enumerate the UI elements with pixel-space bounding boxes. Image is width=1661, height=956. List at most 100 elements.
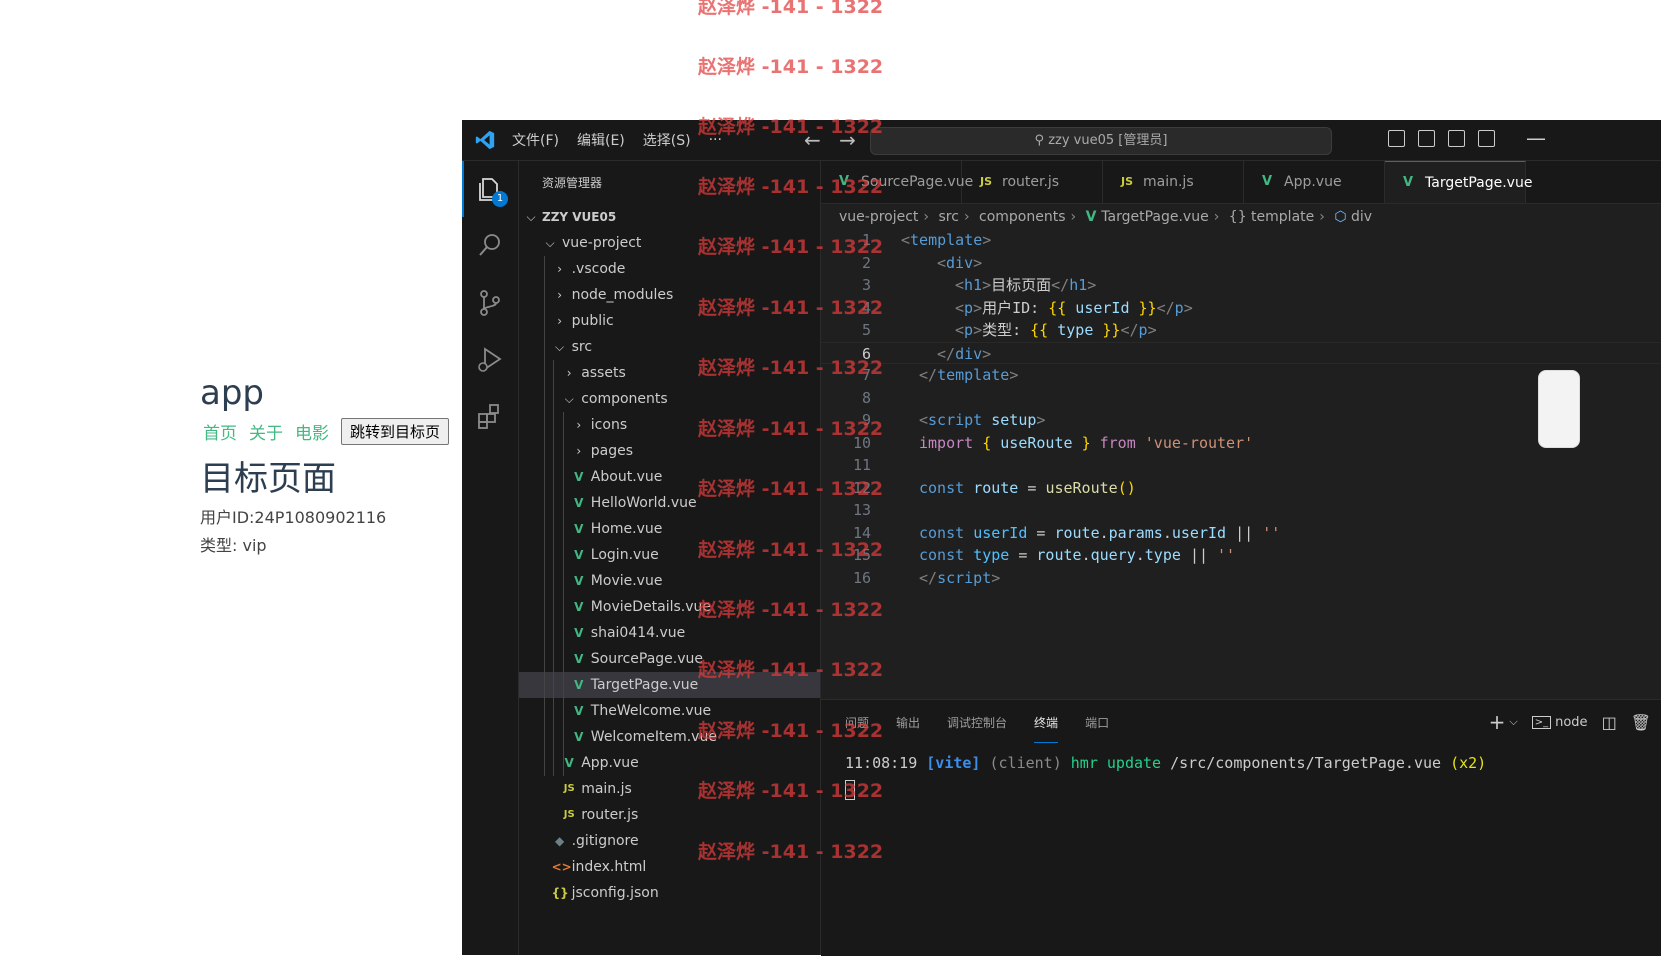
code-line: 7 </template> [821, 364, 1661, 387]
tree-item-label: Home.vue [590, 521, 663, 537]
chevron-right-icon: › [1319, 209, 1325, 225]
nav-link-home[interactable]: 首页 [203, 419, 237, 444]
panel-tab-debug-console[interactable]: 调试控制台 [947, 714, 1007, 731]
code-editor[interactable]: 1 <template> 2 <div> 3 <h1>目标页面</h1> 4 <p>用户… [821, 229, 1661, 589]
nav-link-movie[interactable]: 电影 [295, 419, 329, 444]
explorer-badge: 1 [492, 191, 508, 207]
minimize-button[interactable]: — [1526, 126, 1546, 150]
vue-file-icon: V [574, 470, 584, 484]
tree-item[interactable]: › pages [519, 438, 820, 464]
chevron-right-icon: › [557, 288, 562, 302]
terminal-time: 11:08:19 [845, 754, 918, 772]
chevron-right-icon: › [1213, 209, 1220, 225]
breadcrumb-item[interactable]: components [979, 209, 1066, 225]
app-title: app [200, 373, 264, 413]
code-line: 8 [821, 387, 1661, 410]
tab-label: main.js [1143, 174, 1194, 190]
app-nav: 首页 关于 电影 跳转到目标页 [200, 416, 460, 446]
editor-tabs: V SourcePage.vue JS router.js JS main.js VA… [821, 161, 1661, 204]
toggle-primary-sidebar-icon[interactable] [1388, 130, 1405, 147]
tab-main[interactable]: JS main.js [1103, 161, 1244, 203]
menu-file[interactable]: 文件(F) [512, 130, 559, 150]
menu-selection[interactable]: 选择(S) [643, 130, 691, 150]
split-terminal-icon[interactable]: ◫ [1602, 713, 1617, 732]
terminal-path: /src/components/TargetPage.vue [1170, 754, 1442, 772]
code-line: 11 [821, 454, 1661, 477]
panel-tab-output[interactable]: 输出 [896, 714, 920, 731]
vue-file-icon: V [574, 522, 584, 536]
tree-item[interactable]: JS router.js [519, 802, 820, 828]
trash-icon[interactable]: 🗑 [1631, 713, 1651, 732]
panel-tab-ports[interactable]: 端口 [1085, 714, 1109, 731]
line-number: 5 [861, 321, 871, 339]
tree-item-label: components [581, 391, 668, 407]
chevron-right-icon: › [566, 366, 572, 380]
vue-file-icon: V [574, 730, 584, 744]
html-file-icon: <> [551, 860, 572, 874]
run-debug-icon[interactable] [474, 343, 506, 375]
tree-item-label: TargetPage.vue [590, 677, 699, 693]
watermark-text: 赵泽烨 -141 - 1322 [698, 357, 884, 379]
breadcrumb-item[interactable]: div [1351, 209, 1372, 225]
tree-item[interactable]: V App.vue [519, 750, 820, 776]
tree-item[interactable]: Vshai0414.vue [519, 620, 820, 646]
breadcrumb: vue-project › src › components › V TargetPa… [839, 205, 1372, 229]
chevron-right-icon: › [557, 262, 562, 276]
watermark-text: 赵泽烨 -141 - 1322 [698, 539, 884, 561]
vue-file-icon: V [574, 496, 584, 510]
add-terminal-icon[interactable]: + [1489, 710, 1506, 734]
terminal-hmr: hmr update [1070, 754, 1162, 772]
vue-file-icon: V [1262, 174, 1273, 189]
command-center[interactable]: ⚲ zzy vue05 [管理员] [870, 127, 1332, 155]
watermark-text: 赵泽烨 -141 - 1322 [698, 599, 884, 621]
source-control-icon[interactable] [474, 287, 506, 319]
activity-bar: 1 [462, 161, 519, 955]
js-file-icon: JS [1121, 175, 1134, 188]
panel-tab-terminal[interactable]: 终端 [1034, 714, 1059, 743]
tree-item[interactable]: › .vscode [519, 256, 820, 282]
indent-guide [563, 412, 564, 776]
js-file-icon: JS [563, 783, 575, 794]
chevron-down-icon: ⌵ [555, 340, 565, 354]
code-line: 1 <template> [821, 229, 1661, 252]
tab-app[interactable]: V App.vue [1244, 161, 1385, 203]
vue-file-icon: V [574, 678, 584, 692]
tab-router[interactable]: JS router.js [962, 161, 1103, 203]
chevron-down-icon: ⌵ [545, 236, 555, 250]
extensions-icon[interactable] [474, 401, 506, 433]
cube-icon: ⬡ [1334, 209, 1351, 225]
js-file-icon: JS [563, 809, 575, 820]
watermark-text: 赵泽烨 -141 - 1322 [698, 720, 884, 742]
terminal-name[interactable]: node [1555, 715, 1587, 730]
toggle-panel-icon[interactable] [1418, 130, 1435, 147]
tree-item[interactable]: V Movie.vue [519, 568, 820, 594]
search-icon: ⚲ [1034, 133, 1049, 148]
workspace-label: ZZY VUE05 [542, 210, 617, 224]
breadcrumb-item[interactable]: src [938, 209, 958, 225]
breadcrumb-item[interactable]: {} template [1229, 209, 1314, 225]
tab-targetpage[interactable]: V TargetPage.vue [1385, 161, 1532, 203]
code-line-current: 6 </div> [821, 341, 1661, 364]
vscode-window: 文件(F) 编辑(E) 选择(S) ··· ← → ⚲ zzy vue05 [管… [462, 120, 1661, 956]
tree-item-label: vue-project [562, 235, 642, 251]
workspace-root[interactable]: ⌵ ZZY VUE05 [519, 204, 820, 230]
terminal-output: 11:08:19 [vite] (client) hmr update /src… [845, 754, 1486, 772]
breadcrumb-item[interactable]: TargetPage.vue [1101, 209, 1208, 225]
tree-item[interactable]: {} jsconfig.json [519, 880, 820, 906]
vue-file-icon: V [1085, 209, 1102, 225]
watermark-text: 赵泽烨 -141 - 1322 [698, 0, 884, 18]
watermark-text: 赵泽烨 -141 - 1322 [698, 176, 884, 198]
tree-item-label: Login.vue [590, 547, 659, 563]
vue-file-icon: V [574, 548, 584, 562]
type-text: 类型: vip [200, 536, 267, 555]
code-line: 16 </script> [821, 567, 1661, 590]
chevron-down-icon[interactable]: ⌵ [1509, 715, 1517, 729]
breadcrumb-item[interactable]: vue-project [839, 209, 918, 225]
customize-layout-icon[interactable] [1478, 130, 1495, 147]
jump-to-target-button[interactable]: 跳转到目标页 [341, 417, 450, 445]
search-icon[interactable] [474, 229, 506, 261]
menu-edit[interactable]: 编辑(E) [577, 130, 625, 150]
nav-link-about[interactable]: 关于 [249, 419, 283, 444]
tree-item[interactable]: ⌵ components [519, 386, 820, 412]
toggle-secondary-sidebar-icon[interactable] [1448, 130, 1465, 147]
